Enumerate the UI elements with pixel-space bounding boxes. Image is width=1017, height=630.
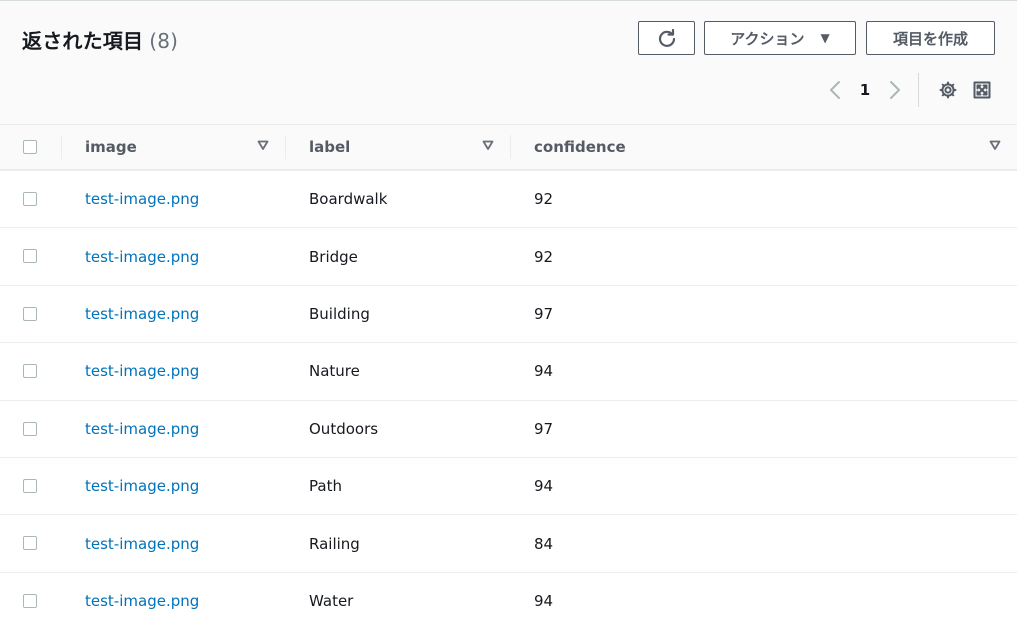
confidence-cell: 94 (534, 362, 554, 381)
previous-page-button[interactable] (822, 80, 848, 100)
column-header-label: confidence (534, 138, 626, 156)
column-divider (510, 135, 511, 159)
image-link[interactable]: test-image.png (85, 228, 199, 284)
column-header-confidence[interactable]: confidence (534, 125, 626, 169)
actions-label: アクション (730, 29, 805, 48)
panel-header: 返された項目 (8) アクション ▼ 項目を作成 1 (0, 1, 1017, 125)
fullscreen-button[interactable] (965, 80, 999, 100)
table-row[interactable]: test-image.png Bridge 92 (0, 228, 1017, 286)
table-row[interactable]: test-image.png Water 94 (0, 573, 1017, 630)
column-header-image[interactable]: image (85, 125, 137, 169)
chevron-right-icon (890, 81, 900, 99)
label-cell: Water (309, 592, 354, 611)
create-item-button[interactable]: 項目を作成 (866, 21, 995, 55)
sort-icon[interactable] (989, 139, 1001, 151)
row-checkbox[interactable] (23, 192, 37, 206)
label-cell: Building (309, 304, 370, 323)
next-page-button[interactable] (882, 80, 908, 100)
column-header-label: image (85, 138, 137, 156)
current-page-number[interactable]: 1 (848, 81, 882, 99)
table-row[interactable]: test-image.png Building 97 (0, 286, 1017, 344)
confidence-cell: 94 (534, 477, 554, 496)
column-divider (61, 135, 62, 159)
row-checkbox[interactable] (23, 306, 37, 321)
confidence-cell: 92 (534, 247, 554, 266)
actions-dropdown-button[interactable]: アクション ▼ (704, 21, 856, 55)
chevron-left-icon (830, 81, 840, 99)
image-link[interactable]: test-image.png (85, 171, 199, 227)
image-link[interactable]: test-image.png (85, 343, 199, 399)
title-text: 返された項目 (22, 29, 144, 53)
column-divider (285, 135, 286, 159)
image-link[interactable]: test-image.png (85, 515, 199, 571)
row-checkbox[interactable] (23, 536, 37, 551)
pagination: 1 (822, 73, 999, 107)
row-checkbox[interactable] (23, 593, 37, 608)
row-checkbox[interactable] (23, 478, 37, 493)
label-cell: Bridge (309, 247, 358, 266)
row-checkbox[interactable] (23, 249, 37, 264)
preferences-button[interactable] (931, 80, 965, 100)
image-link[interactable]: test-image.png (85, 286, 199, 342)
caret-down-icon: ▼ (820, 31, 830, 45)
table-row[interactable]: test-image.png Nature 94 (0, 343, 1017, 401)
expand-icon (973, 81, 991, 99)
select-all-checkbox[interactable] (23, 140, 37, 154)
row-checkbox[interactable] (23, 421, 37, 436)
image-link[interactable]: test-image.png (85, 458, 199, 514)
item-count: (8) (149, 29, 179, 53)
label-cell: Boardwalk (309, 190, 388, 209)
row-checkbox[interactable] (23, 364, 37, 379)
sort-icon[interactable] (257, 139, 269, 151)
sort-icon[interactable] (482, 139, 494, 151)
confidence-cell: 92 (534, 190, 554, 209)
confidence-cell: 94 (534, 592, 554, 611)
label-cell: Outdoors (309, 419, 379, 438)
items-panel: 返された項目 (8) アクション ▼ 項目を作成 1 image label c… (0, 0, 1017, 630)
table-row[interactable]: test-image.png Outdoors 97 (0, 401, 1017, 458)
label-cell: Railing (309, 534, 360, 553)
table-row[interactable]: test-image.png Boardwalk 92 (0, 171, 1017, 229)
label-cell: Path (309, 477, 342, 496)
column-header-label[interactable]: label (309, 125, 350, 169)
panel-title: 返された項目 (8) (22, 25, 178, 54)
refresh-icon (658, 28, 675, 47)
table-body: test-image.png Boardwalk 92 test-image.p… (0, 171, 1017, 630)
pagination-divider (918, 73, 919, 107)
items-table: image label confidence test-image.png Bo… (0, 125, 1017, 630)
image-link[interactable]: test-image.png (85, 573, 199, 630)
confidence-cell: 84 (534, 534, 554, 553)
confidence-cell: 97 (534, 419, 554, 438)
label-cell: Nature (309, 362, 360, 381)
confidence-cell: 97 (534, 304, 554, 323)
table-row[interactable]: test-image.png Railing 84 (0, 515, 1017, 573)
create-label: 項目を作成 (892, 29, 968, 48)
gear-icon (939, 81, 957, 99)
table-row[interactable]: test-image.png Path 94 (0, 458, 1017, 516)
image-link[interactable]: test-image.png (85, 401, 199, 457)
refresh-button[interactable] (638, 21, 695, 55)
table-header: image label confidence (0, 125, 1017, 171)
column-header-label: label (309, 138, 351, 156)
